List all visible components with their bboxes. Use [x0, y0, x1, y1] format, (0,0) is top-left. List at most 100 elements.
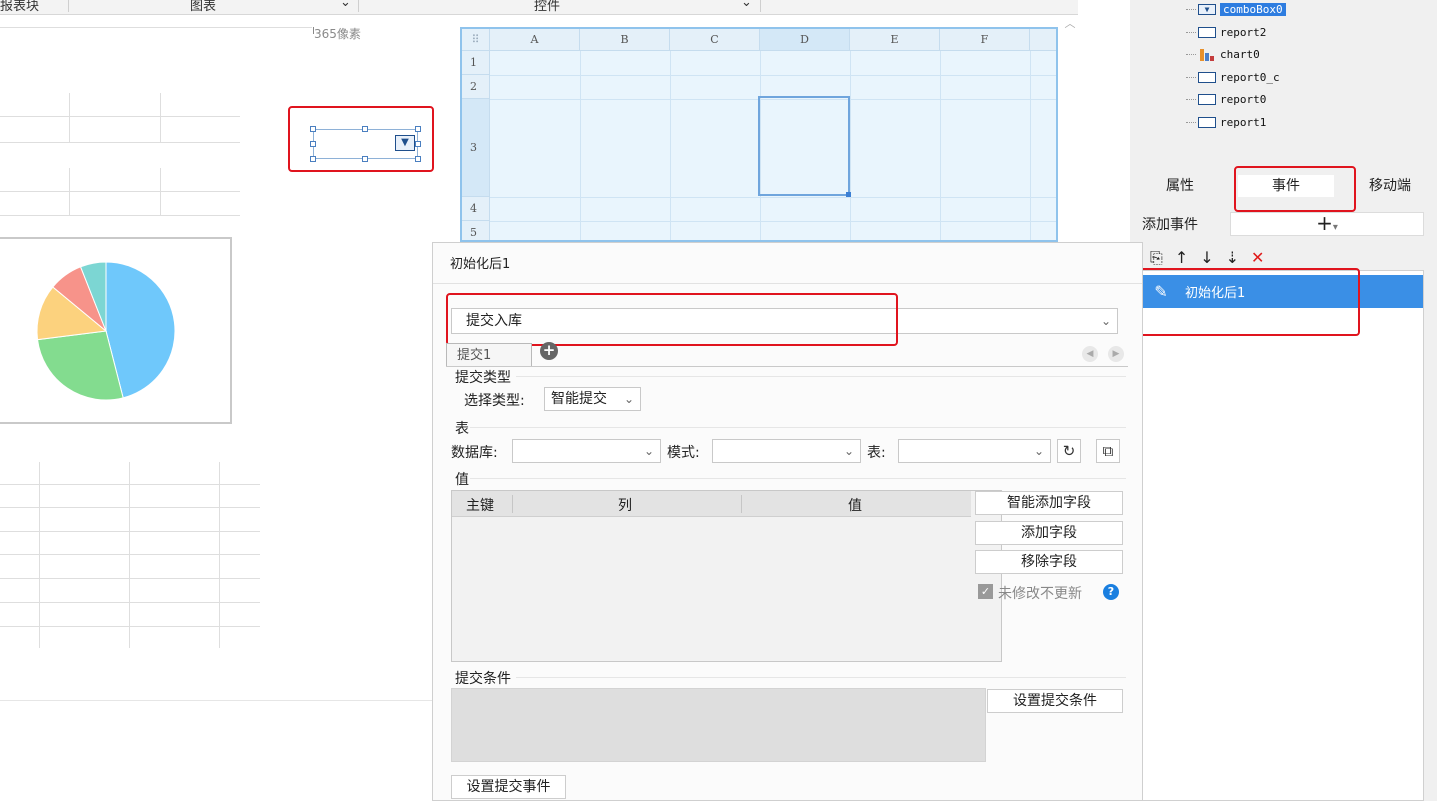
- column-header[interactable]: C: [670, 29, 760, 51]
- tab-report-block[interactable]: 报表块: [0, 0, 39, 14]
- copy-icon[interactable]: ⎘: [1150, 248, 1163, 268]
- tab-widget[interactable]: 控件: [534, 0, 560, 14]
- schema-select[interactable]: ⌄: [712, 439, 861, 463]
- column-header[interactable]: D: [760, 29, 850, 51]
- set-submit-event-button[interactable]: 设置提交事件: [451, 775, 566, 799]
- database-label: 数据库:: [451, 445, 498, 461]
- report-gridline: [129, 462, 130, 648]
- pixel-width-note: 365像素: [314, 27, 361, 41]
- report-gridline: [0, 215, 240, 216]
- report-icon: [1198, 116, 1216, 128]
- tree-item-combobox0[interactable]: ▼ comboBox0: [1198, 0, 1286, 18]
- field-grid-header: 主键 列 值: [452, 491, 971, 517]
- move-down-icon[interactable]: ↓: [1200, 248, 1213, 268]
- report-gridline: [219, 462, 220, 648]
- chevron-down-icon: ⌄: [643, 444, 654, 458]
- section-divider: [516, 677, 1126, 678]
- report-border: [0, 27, 312, 28]
- report-gridline: [0, 116, 240, 117]
- tree-item-report1[interactable]: report1: [1198, 113, 1266, 131]
- tree-item-report2[interactable]: report2: [1198, 23, 1266, 41]
- next-tab-icon[interactable]: ▶: [1108, 346, 1124, 362]
- grid-header-value[interactable]: 值: [848, 495, 862, 515]
- report-gridline: [69, 93, 70, 143]
- tab-mobile[interactable]: 移动端: [1355, 175, 1425, 197]
- report-icon: [1198, 26, 1216, 38]
- sort-icon[interactable]: ⇣: [1226, 248, 1239, 268]
- section-divider: [470, 478, 1126, 479]
- column-header[interactable]: E: [850, 29, 940, 51]
- tab-chart[interactable]: 图表: [190, 0, 216, 14]
- pie-chart: [36, 261, 176, 401]
- add-submit-tab-icon[interactable]: +: [540, 342, 558, 360]
- tree-item-report0[interactable]: report0: [1198, 90, 1266, 108]
- column-header[interactable]: [1030, 29, 1056, 51]
- tree-item-label: report2: [1220, 25, 1267, 39]
- designer-toolbar: 报表块 图表 ⌄ 控件 ⌄: [0, 0, 1078, 15]
- dialog-title: 初始化后1: [450, 257, 511, 272]
- tab-submit-1[interactable]: 提交1: [446, 343, 532, 367]
- chevron-down-icon: ⌄: [623, 392, 634, 406]
- remove-field-button[interactable]: 移除字段: [975, 550, 1123, 574]
- move-up-icon[interactable]: ↑: [1175, 248, 1188, 268]
- table-select[interactable]: ⌄: [898, 439, 1051, 463]
- smart-add-field-button[interactable]: 智能添加字段: [975, 491, 1123, 515]
- schema-label: 模式:: [667, 445, 700, 461]
- prev-tab-icon[interactable]: ◀: [1082, 346, 1098, 362]
- tree-item-chart0[interactable]: chart0: [1198, 45, 1260, 63]
- section-submit-condition: 提交条件: [455, 671, 511, 687]
- set-submit-condition-button[interactable]: 设置提交条件: [987, 689, 1123, 713]
- fill-handle[interactable]: [846, 192, 851, 197]
- event-toolbar: ⎘ ↑ ↓ ⇣ ✕: [1150, 248, 1264, 268]
- tree-item-label: report0_c: [1220, 70, 1280, 84]
- section-value: 值: [455, 472, 469, 488]
- submit-type-select[interactable]: 智能提交 ⌄: [544, 387, 641, 411]
- column-header[interactable]: B: [580, 29, 670, 51]
- row-header[interactable]: 2: [462, 75, 490, 99]
- chevron-down-icon: ⌄: [340, 0, 351, 10]
- submit-condition-box[interactable]: [451, 688, 986, 762]
- chevron-down-icon: ⌄: [843, 444, 854, 458]
- grid-header-column[interactable]: 列: [618, 495, 632, 515]
- row-header[interactable]: 3: [462, 99, 490, 197]
- help-icon[interactable]: ?: [1103, 584, 1119, 600]
- report-gridline: [160, 168, 161, 216]
- report-gridline: [39, 462, 40, 648]
- row-header[interactable]: 4: [462, 197, 490, 221]
- selected-cell[interactable]: [758, 96, 850, 196]
- tree-item-report0-c[interactable]: report0_c: [1198, 68, 1280, 86]
- highlight-box-combobox: [288, 106, 434, 172]
- add-field-button[interactable]: 添加字段: [975, 521, 1123, 545]
- report-icon: [1198, 71, 1216, 83]
- row-header[interactable]: 5: [462, 221, 490, 240]
- subtab-divider: [446, 366, 1128, 367]
- column-header[interactable]: A: [490, 29, 580, 51]
- combobox-icon: ▼: [1198, 3, 1216, 15]
- unmodified-no-update-checkbox[interactable]: ✓: [978, 584, 993, 599]
- select-all-corner[interactable]: ⠿: [462, 29, 490, 51]
- database-select[interactable]: ⌄: [512, 439, 661, 463]
- scroll-up-icon[interactable]: ︿: [1062, 15, 1078, 35]
- tree-item-label: chart0: [1220, 47, 1260, 61]
- highlight-box-events-tab: [1234, 166, 1356, 212]
- caret-down-icon: ▾: [1332, 222, 1338, 233]
- tab-properties[interactable]: 属性: [1145, 175, 1215, 197]
- report-gridline: [69, 168, 70, 216]
- delete-icon[interactable]: ✕: [1251, 248, 1264, 268]
- report-gridline: [160, 93, 161, 143]
- select-type-label: 选择类型:: [464, 393, 525, 409]
- table-label: 表:: [867, 445, 886, 461]
- section-divider: [470, 427, 1126, 428]
- grid-header-primary-key[interactable]: 主键: [466, 495, 494, 515]
- add-event-button[interactable]: +▾: [1230, 212, 1424, 236]
- add-event-label: 添加事件: [1142, 217, 1198, 233]
- submit-type-value: 智能提交: [551, 391, 607, 407]
- highlight-box-event-item: [1136, 268, 1360, 336]
- chart-widget[interactable]: [0, 237, 232, 424]
- preview-table-icon[interactable]: ⧉: [1096, 439, 1120, 463]
- refresh-icon[interactable]: ↻: [1057, 439, 1081, 463]
- title-divider: [433, 283, 1142, 284]
- column-header[interactable]: F: [940, 29, 1030, 51]
- row-header[interactable]: 1: [462, 51, 490, 75]
- chevron-down-icon: ⌄: [741, 0, 752, 10]
